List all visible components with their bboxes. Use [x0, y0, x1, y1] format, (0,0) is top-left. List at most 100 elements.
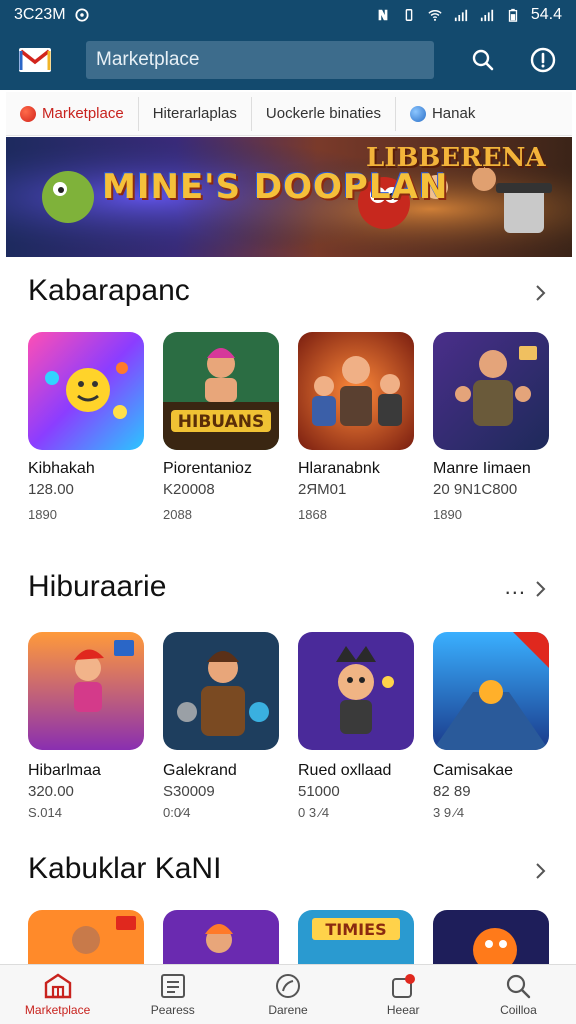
- compass-icon: [276, 973, 300, 998]
- list-icon: [160, 973, 185, 998]
- nav-label: Pearess: [150, 1002, 195, 1017]
- app-name: Rued oxllaad: [298, 762, 392, 779]
- tab-label: Marketplace: [42, 105, 124, 122]
- app-meta: 0 3 ⁄4: [298, 805, 330, 820]
- game-icon-runner: [28, 632, 144, 750]
- chevron-right-icon[interactable]: [532, 580, 550, 598]
- svg-text:HIBUANS: HIBUANS: [178, 412, 264, 432]
- tab-uockerle-binaties[interactable]: Uockerle binaties: [252, 96, 396, 131]
- search-button[interactable]: [468, 45, 498, 75]
- app-tile-8[interactable]: [433, 632, 549, 750]
- app-meta: 1890: [433, 507, 462, 522]
- app-tile-4[interactable]: [433, 332, 549, 450]
- nav-coilloa[interactable]: Coilloa: [461, 965, 576, 1024]
- info-icon: [530, 47, 556, 73]
- wifi-icon: [428, 10, 442, 21]
- mail-logo-icon: [19, 48, 51, 72]
- tab-label: Hanak: [431, 105, 476, 122]
- game-icon-arena: [433, 632, 549, 750]
- vibrate-icon: [405, 9, 413, 21]
- app-bar: Marketplace: [0, 30, 576, 90]
- info-button[interactable]: [528, 45, 558, 75]
- app-tile-3[interactable]: [298, 332, 414, 450]
- game-icon-monster: [433, 910, 549, 964]
- game-icon-fighter: [433, 332, 549, 450]
- chevron-right-icon[interactable]: [532, 284, 550, 302]
- app-price: 20 9N1C800: [433, 481, 518, 498]
- game-icon-warriors: [298, 332, 414, 450]
- section-title: Hiburaarie: [28, 570, 167, 603]
- nav-marketplace[interactable]: Marketplace: [0, 965, 115, 1024]
- app-notification-icon: [75, 8, 89, 22]
- app-tile-11[interactable]: TIMIES: [298, 910, 414, 964]
- more-button[interactable]: ...: [505, 574, 526, 600]
- app-tile-7[interactable]: [298, 632, 414, 750]
- chevron-right-icon[interactable]: [532, 862, 550, 880]
- category-tabs: Marketplace Hiterarlaplas Uockerle binat…: [6, 92, 572, 136]
- app-tile-1[interactable]: [28, 332, 144, 450]
- game-icon-mage: [163, 910, 279, 964]
- tab-hiterarlaplas[interactable]: Hiterarlaplas: [139, 96, 252, 131]
- app-price: K20008: [163, 481, 215, 498]
- nav-pearess[interactable]: Pearess: [115, 965, 230, 1024]
- tab-hanak[interactable]: Hanak: [396, 97, 489, 131]
- search-input[interactable]: Marketplace: [86, 41, 434, 79]
- nav-label: Heear: [386, 1002, 420, 1017]
- app-price: 51000: [298, 783, 340, 800]
- status-time: 3C23M: [14, 6, 66, 23]
- app-name: Piorentanioz: [163, 460, 252, 477]
- app-price: 128.00: [28, 481, 74, 498]
- app-logo[interactable]: [14, 42, 56, 78]
- game-icon-times: TIMIES: [298, 910, 414, 964]
- app-meta: 0:0⁄4: [163, 805, 191, 820]
- app-meta: 2088: [163, 507, 192, 522]
- app-price: 82 89: [433, 783, 471, 800]
- app-tile-2[interactable]: HIBUANS: [163, 332, 279, 450]
- app-meta: 1868: [298, 507, 327, 522]
- search-icon: [472, 49, 494, 71]
- app-tile-5[interactable]: [28, 632, 144, 750]
- hanak-dot-icon: [409, 105, 426, 122]
- nav-label: Marketplace: [24, 1002, 91, 1017]
- nav-heear[interactable]: Heear: [346, 965, 461, 1024]
- marketplace-dot-icon: [20, 105, 36, 122]
- tab-label: Uockerle binaties: [265, 105, 381, 122]
- signal-icon: [454, 9, 467, 22]
- app-name: Hlaranabnk: [298, 460, 380, 477]
- svg-text:TIMIES: TIMIES: [325, 920, 386, 939]
- battery-icon: [508, 8, 518, 22]
- status-bar: 3C23M 54.4: [0, 0, 576, 30]
- banner-right-title: LIBBERENA: [366, 143, 546, 173]
- app-tile-10[interactable]: [163, 910, 279, 964]
- game-icon-emoji: [28, 332, 144, 450]
- section-title: Kabarapanc: [28, 274, 190, 307]
- tab-marketplace[interactable]: Marketplace: [6, 96, 139, 131]
- nfc-icon: [378, 9, 388, 21]
- game-icon-hero: HIBUANS: [163, 332, 279, 450]
- battery-level: 54.4: [530, 6, 562, 23]
- app-tile-12[interactable]: [433, 910, 549, 964]
- app-price: 2ЯM01: [298, 481, 347, 498]
- app-name: Kibhakah: [28, 460, 95, 477]
- notification-icon: [392, 973, 416, 998]
- app-price: S30009: [163, 783, 215, 800]
- tab-label: Hiterarlaplas: [152, 105, 237, 122]
- game-icon-cat: [298, 632, 414, 750]
- store-icon: [44, 973, 71, 998]
- bottom-navigation: Marketplace Pearess Darene Heear Coilloa: [0, 964, 576, 1024]
- nav-darene[interactable]: Darene: [230, 965, 345, 1024]
- section-title: Kabuklar KaNI: [28, 852, 222, 885]
- signal-icon-2: [480, 9, 493, 22]
- app-tile-6[interactable]: [163, 632, 279, 750]
- featured-banner[interactable]: MINE'S DOOPLAN LIBBERENA: [6, 137, 572, 257]
- app-name: Galekrand: [163, 762, 237, 779]
- banner-left-title: MINE'S DOOPLAN: [102, 167, 449, 207]
- app-price: 320.00: [28, 783, 74, 800]
- game-icon-adventurer: [28, 910, 144, 964]
- app-meta: S.014: [28, 805, 62, 820]
- nav-label: Coilloa: [500, 1002, 537, 1017]
- app-tile-9[interactable]: [28, 910, 144, 964]
- search-icon: [507, 974, 531, 998]
- app-meta: 1890: [28, 507, 57, 522]
- app-name: Hibarlmaa: [28, 762, 101, 779]
